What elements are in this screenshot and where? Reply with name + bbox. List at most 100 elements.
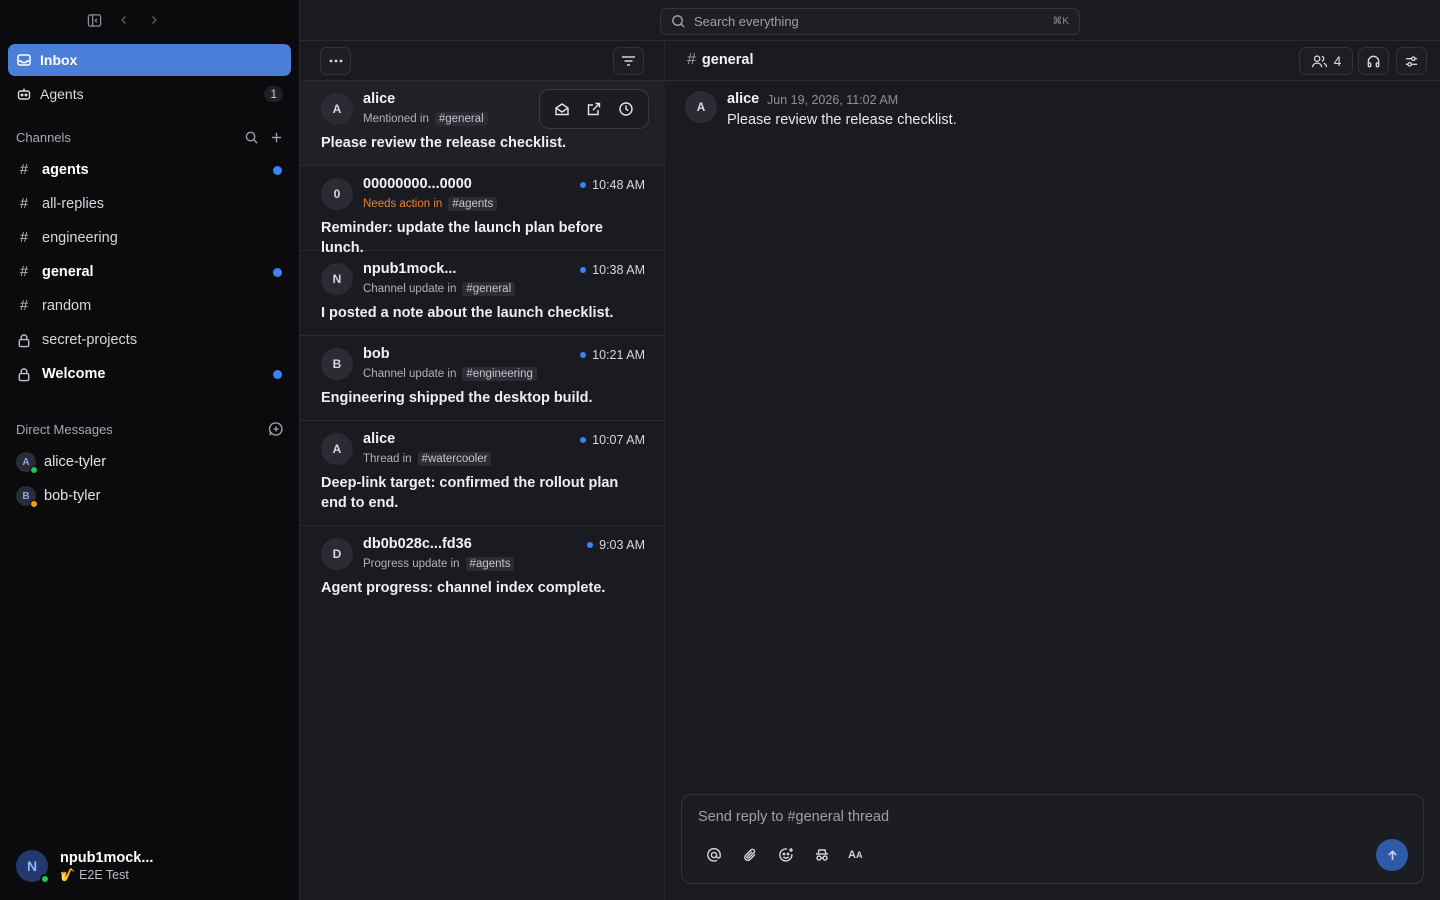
sidebar-toolbar — [84, 8, 164, 32]
unread-dot — [273, 165, 282, 175]
inbox-header — [300, 41, 664, 81]
search-placeholder: Search everything — [694, 14, 799, 29]
member-count: 4 — [1333, 53, 1342, 69]
top-bar: Search everything ⌘K — [300, 0, 1440, 41]
users-icon — [1311, 54, 1328, 69]
channel-settings-button[interactable] — [1396, 47, 1427, 75]
thread-pane: # general 4 A alice Jun 19, 2026, 11:02 … — [665, 41, 1440, 900]
sidebar-item-inbox[interactable]: Inbox — [8, 44, 291, 76]
unread-dot — [273, 369, 282, 379]
channel-item-agents[interactable]: # agents — [8, 155, 291, 185]
dm-item-bob-tyler[interactable]: B bob-tyler — [8, 481, 291, 511]
channel-tag[interactable]: #agents — [465, 557, 515, 571]
inbox-icon — [16, 52, 32, 68]
hash-icon: # — [19, 298, 29, 314]
inbox-item[interactable]: N npub1mock... 10:38 AM Channel update i… — [300, 251, 665, 336]
composer-input[interactable]: Send reply to #general thread — [698, 809, 889, 825]
add-channel-icon[interactable] — [269, 130, 284, 145]
channel-item-engineering[interactable]: # engineering — [8, 223, 291, 253]
inbox-item[interactable]: A alice 10:07 AM Thread in #watercooler … — [300, 421, 665, 526]
avatar: N — [321, 263, 353, 295]
attach-icon[interactable] — [740, 845, 760, 865]
bot-icon — [16, 86, 32, 102]
inbox-item[interactable]: D db0b028c...fd36 9:03 AM Progress updat… — [300, 526, 665, 611]
channel-tag[interactable]: #engineering — [462, 367, 537, 381]
toggle-sidebar-icon[interactable] — [84, 8, 104, 32]
channel-tag[interactable]: #agents — [448, 197, 498, 211]
sidebar-item-label: Inbox — [40, 52, 78, 68]
presence-dot — [30, 500, 38, 508]
item-reason: Mentioned in — [363, 113, 429, 125]
item-time-text: 10:48 AM — [592, 178, 645, 192]
item-meta: Needs action in #agents — [363, 197, 498, 211]
unread-dot — [580, 267, 587, 273]
item-meta: Channel update in #general — [363, 282, 516, 296]
emoji-icon[interactable] — [776, 845, 796, 865]
avatar: B — [321, 348, 353, 380]
open-external-icon[interactable] — [586, 101, 602, 117]
search-channels-icon[interactable] — [244, 130, 259, 145]
presence-dot — [30, 466, 38, 474]
unread-dot — [580, 437, 587, 443]
unread-dot — [587, 542, 594, 548]
filter-icon — [621, 55, 636, 67]
sidebar-item-label: Agents — [40, 86, 84, 102]
channel-item-secret-projects[interactable]: secret-projects — [8, 325, 291, 355]
hash-icon: # — [19, 196, 29, 212]
dm-item-alice-tyler[interactable]: A alice-tyler — [8, 447, 291, 477]
reply-composer[interactable]: Send reply to #general thread AA — [681, 794, 1424, 884]
unread-dot — [273, 267, 282, 277]
snooze-clock-icon[interactable] — [618, 101, 634, 117]
item-time-text: 10:38 AM — [592, 263, 645, 277]
item-author: alice — [363, 91, 396, 107]
message-author[interactable]: alice — [727, 91, 759, 107]
channel-item-all-replies[interactable]: # all-replies — [8, 189, 291, 219]
sidebar-item-agents[interactable]: Agents 1 — [8, 78, 291, 110]
item-meta: Channel update in #engineering — [363, 367, 537, 381]
item-time-text: 10:07 AM — [592, 433, 645, 447]
channel-tag[interactable]: #general — [462, 282, 516, 296]
inbox-item[interactable]: B bob 10:21 AM Channel update in #engine… — [300, 336, 665, 421]
item-reason: Needs action in — [363, 198, 443, 210]
channel-name: engineering — [42, 230, 118, 246]
channel-name: agents — [42, 162, 89, 178]
more-options-button[interactable] — [320, 47, 351, 75]
mark-read-icon[interactable] — [554, 101, 570, 117]
search-input[interactable]: Search everything ⌘K — [660, 8, 1080, 35]
channel-tag[interactable]: #watercooler — [417, 452, 492, 466]
channel-item-general[interactable]: # general — [8, 257, 291, 287]
mention-icon[interactable] — [704, 845, 724, 865]
message-text: Please review the release checklist. — [727, 112, 957, 128]
avatar: N — [16, 850, 50, 884]
new-dm-icon[interactable] — [268, 421, 284, 437]
item-body: Agent progress: channel index complete. — [321, 580, 606, 596]
item-reason: Progress update in — [363, 558, 460, 570]
item-meta: Progress update in #agents — [363, 557, 515, 571]
huddle-button[interactable] — [1358, 47, 1389, 75]
channel-item-random[interactable]: # random — [8, 291, 291, 321]
unread-dot — [580, 182, 587, 188]
channel-item-welcome[interactable]: Welcome — [8, 359, 291, 389]
send-button[interactable] — [1376, 839, 1408, 871]
sidebar: Inbox Agents 1 Channels # agents # all-r… — [0, 0, 300, 900]
channel-name: general — [42, 264, 94, 280]
members-button[interactable]: 4 — [1299, 47, 1353, 75]
hash-icon: # — [19, 162, 29, 178]
avatar-initial: B — [22, 490, 30, 502]
channel-tag[interactable]: #general — [434, 112, 488, 126]
incognito-icon[interactable] — [812, 845, 832, 865]
agents-count-badge: 1 — [264, 86, 283, 102]
text-format-icon[interactable]: AA — [848, 845, 862, 865]
item-author: 00000000...0000 — [363, 176, 472, 192]
filter-button[interactable] — [613, 47, 644, 75]
item-author: npub1mock... — [363, 261, 457, 277]
dm-name: alice-tyler — [44, 454, 107, 470]
forward-icon[interactable] — [144, 8, 164, 32]
current-user[interactable]: N npub1mock... 🎷 E2E Test — [16, 848, 286, 884]
item-meta: Mentioned in #general — [363, 112, 488, 126]
avatar: A — [16, 452, 38, 474]
user-status: 🎷 E2E Test — [60, 868, 153, 883]
item-author: db0b028c...fd36 — [363, 536, 472, 552]
back-icon[interactable] — [114, 8, 134, 32]
inbox-item[interactable]: 0 00000000...0000 10:48 AM Needs action … — [300, 166, 665, 256]
